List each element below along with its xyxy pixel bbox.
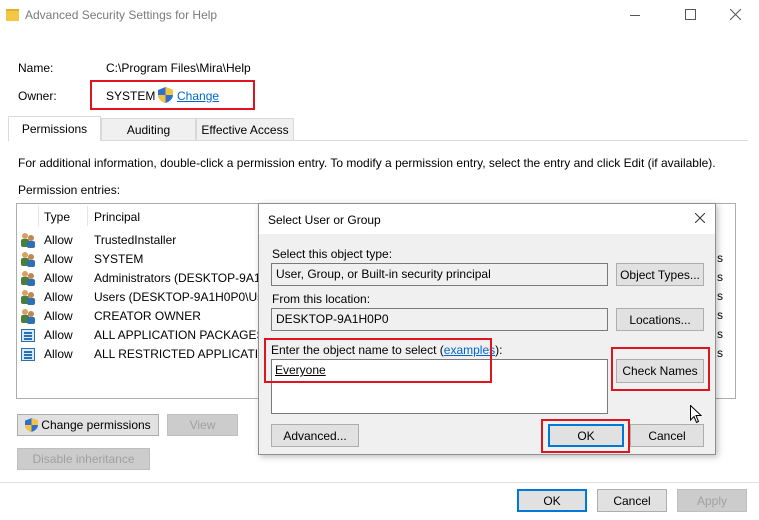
dialog-cancel-label: Cancel [648, 428, 686, 443]
owner-highlight-box [90, 80, 255, 110]
tab-effective-access-label: Effective Access [201, 122, 289, 137]
user-group-icon [20, 232, 36, 248]
tab-strip-line [8, 140, 748, 141]
row-principal: CREATOR OWNER [94, 309, 201, 323]
apply-label: Apply [696, 493, 728, 508]
location-field: DESKTOP-9A1H0P0 [271, 308, 608, 331]
instructions-text: For additional information, double-click… [18, 156, 716, 170]
folder-icon [6, 9, 19, 21]
advanced-button[interactable]: Advanced... [271, 424, 359, 447]
object-type-label: Select this object type: [272, 247, 393, 261]
user-group-icon [20, 251, 36, 267]
app-package-icon [21, 348, 35, 361]
row-truncated-fragment: s [717, 346, 723, 360]
row-type: Allow [44, 290, 73, 304]
row-truncated-fragment: s [717, 308, 723, 322]
view-label: View [189, 418, 216, 432]
tab-effective-access[interactable]: Effective Access [196, 118, 294, 140]
ok-button[interactable]: OK [517, 489, 587, 512]
row-type: Allow [44, 309, 73, 323]
name-label: Name: [18, 61, 54, 75]
close-icon[interactable] [695, 213, 705, 223]
object-types-button[interactable]: Object Types... [616, 263, 704, 286]
maximize-button[interactable] [685, 9, 696, 20]
mouse-cursor-icon [690, 405, 702, 424]
row-principal: SYSTEM [94, 252, 144, 266]
column-separator [38, 206, 39, 226]
minimize-button[interactable] [630, 15, 640, 16]
location-value: DESKTOP-9A1H0P0 [276, 312, 389, 326]
enter-object-highlight-box [264, 338, 492, 383]
check-names-highlight-box [611, 347, 710, 391]
column-separator [87, 206, 88, 226]
shield-icon [25, 418, 39, 432]
tab-auditing-label: Auditing [126, 122, 171, 137]
dialog-ok-highlight-box [541, 419, 630, 453]
row-type: Allow [44, 252, 73, 266]
row-type: Allow [44, 347, 73, 361]
row-principal: TrustedInstaller [94, 233, 177, 247]
disable-inheritance-label: Disable inheritance [32, 452, 135, 466]
object-type-field: User, Group, or Built-in security princi… [271, 263, 608, 286]
view-button[interactable]: View [167, 414, 238, 436]
dialog-cancel-button[interactable]: Cancel [630, 424, 704, 447]
user-group-icon [20, 289, 36, 305]
bottom-separator [0, 482, 759, 483]
enter-object-suffix: ): [495, 343, 503, 357]
close-icon[interactable] [730, 9, 741, 20]
disable-inheritance-button[interactable]: Disable inheritance [17, 448, 150, 470]
row-truncated-fragment: s [717, 251, 723, 265]
row-type: Allow [44, 328, 73, 342]
owner-label: Owner: [18, 89, 57, 103]
title-bar: Advanced Security Settings for Help [0, 0, 759, 32]
name-value: C:\Program Files\Mira\Help [106, 61, 251, 75]
column-header-principal[interactable]: Principal [94, 210, 140, 224]
row-truncated-fragment: s [717, 270, 723, 284]
row-truncated-fragment: s [717, 327, 723, 341]
object-type-value: User, Group, or Built-in security princi… [276, 267, 491, 281]
permission-entries-label: Permission entries: [18, 183, 121, 197]
user-group-icon [20, 270, 36, 286]
row-principal: Users (DESKTOP-9A1H0P0\Us... [94, 290, 274, 304]
column-header-type[interactable]: Type [44, 210, 70, 224]
user-group-icon [20, 308, 36, 324]
row-truncated-fragment: s [717, 289, 723, 303]
change-permissions-button[interactable]: Change permissions [17, 414, 159, 436]
row-principal: Administrators (DESKTOP-9A1... [94, 271, 271, 285]
tab-permissions-label: Permissions [21, 122, 88, 136]
app-package-icon [21, 329, 35, 342]
apply-button[interactable]: Apply [677, 489, 747, 512]
cancel-label: Cancel [613, 493, 651, 508]
locations-button[interactable]: Locations... [616, 308, 704, 331]
location-label: From this location: [272, 292, 371, 306]
cancel-button[interactable]: Cancel [597, 489, 667, 512]
tab-permissions[interactable]: Permissions [8, 116, 101, 141]
row-type: Allow [44, 271, 73, 285]
row-type: Allow [44, 233, 73, 247]
row-principal: ALL RESTRICTED APPLICATIO... [94, 347, 278, 361]
ok-label: OK [543, 493, 561, 508]
dialog-title: Select User or Group [268, 213, 381, 227]
locations-label: Locations... [629, 312, 691, 327]
change-permissions-label: Change permissions [41, 418, 151, 432]
object-types-label: Object Types... [620, 267, 700, 282]
window-title: Advanced Security Settings for Help [25, 8, 218, 22]
tab-auditing[interactable]: Auditing [101, 118, 196, 140]
row-principal: ALL APPLICATION PACKAGES [94, 328, 265, 342]
advanced-label: Advanced... [283, 428, 347, 443]
